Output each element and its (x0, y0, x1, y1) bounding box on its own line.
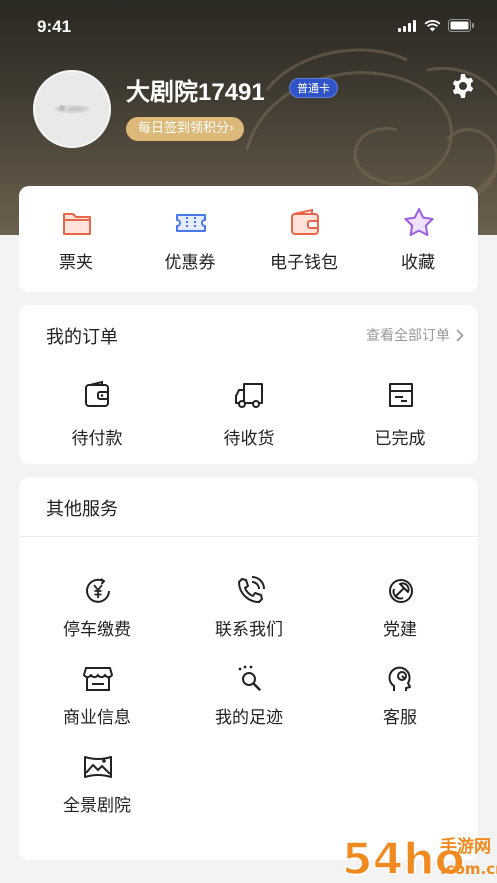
view-all-orders-link[interactable]: 查看全部订单 (366, 325, 464, 345)
service-label: 我的足迹 (215, 708, 283, 728)
wallet-icon (291, 208, 319, 235)
status-bar: 9:41 (0, 0, 497, 56)
quick-actions-card: 票夹 优惠券 电子钱包 收藏 (19, 186, 478, 292)
completed-box-icon (389, 383, 413, 407)
divider (19, 536, 478, 537)
party-emblem-icon (389, 579, 413, 603)
order-status-label: 待收货 (223, 429, 275, 449)
quick-action-ticket-folder[interactable]: 票夹 (19, 186, 133, 292)
avatar-placeholder-icon (54, 105, 90, 113)
star-icon (404, 208, 434, 236)
other-services-card: 其他服务 停车缴费 联系我们 党建 商业信息 我的足迹 客服 全景剧院 (19, 477, 478, 860)
footprint-icon (238, 665, 261, 691)
service-business-info[interactable]: 商业信息 (27, 663, 167, 738)
order-completed[interactable]: 已完成 (330, 377, 470, 457)
quick-action-label: 票夹 (59, 253, 93, 273)
quick-action-label: 优惠券 (164, 253, 216, 273)
avatar[interactable] (33, 70, 111, 148)
quick-action-coupons[interactable]: 优惠券 (133, 186, 247, 292)
status-icons (398, 19, 475, 32)
service-my-footprint[interactable]: 我的足迹 (179, 663, 319, 738)
service-label: 停车缴费 (63, 620, 131, 640)
username: 大剧院17491 (126, 79, 265, 106)
order-status-label: 待付款 (71, 429, 123, 449)
svg-text:.com.cn: .com.cn (440, 860, 497, 878)
phone-icon (238, 576, 265, 603)
daily-signin-label: 每日签到领积分 (138, 121, 230, 136)
wallet-payment-icon (85, 380, 109, 407)
quick-action-label: 收藏 (401, 253, 435, 273)
order-pending-delivery[interactable]: 待收货 (179, 377, 319, 457)
wifi-icon (424, 19, 441, 31)
service-party-building[interactable]: 党建 (330, 575, 470, 650)
chevron-right-icon (456, 328, 464, 342)
signal-icon (398, 19, 416, 32)
daily-signin-button[interactable]: 每日签到领积分› (126, 117, 245, 141)
view-all-orders-label: 查看全部订单 (366, 328, 450, 344)
service-label: 客服 (383, 708, 417, 728)
order-pending-payment[interactable]: 待付款 (27, 377, 167, 457)
settings-gear-icon[interactable] (450, 73, 476, 99)
quick-action-favorites[interactable]: 收藏 (361, 186, 475, 292)
service-label: 商业信息 (63, 708, 131, 728)
delivery-truck-icon (235, 383, 263, 408)
storefront-icon (83, 667, 113, 691)
quick-action-label: 电子钱包 (270, 253, 338, 273)
status-time: 9:41 (37, 17, 72, 36)
orders-title: 我的订单 (46, 327, 118, 348)
my-orders-card: 我的订单 查看全部订单 待付款 待收货 已完成 (19, 305, 478, 464)
service-label: 联系我们 (215, 620, 283, 640)
service-contact-us[interactable]: 联系我们 (179, 575, 319, 650)
member-level-badge[interactable]: 普通卡 (289, 78, 338, 98)
chevron-right-icon: › (229, 121, 235, 136)
service-customer-service[interactable]: 客服 (330, 663, 470, 738)
service-parking-fee[interactable]: 停车缴费 (27, 575, 167, 650)
service-label: 全景剧院 (63, 796, 131, 816)
site-watermark: 54ho 手游网 .com.cn (340, 828, 497, 883)
folder-icon (63, 213, 91, 235)
quick-action-e-wallet[interactable]: 电子钱包 (247, 186, 361, 292)
order-status-label: 已完成 (374, 429, 426, 449)
svg-text:手游网: 手游网 (440, 836, 491, 857)
ticket-icon (176, 214, 206, 232)
customer-service-icon (388, 666, 411, 691)
panorama-icon (84, 756, 112, 778)
watermark-logo: 54ho 手游网 .com.cn (341, 833, 497, 883)
services-title: 其他服务 (46, 499, 118, 520)
parking-fee-icon (86, 578, 110, 603)
battery-icon (448, 19, 474, 32)
service-label: 党建 (383, 620, 417, 640)
service-panorama-theater[interactable]: 全景剧院 (27, 751, 167, 826)
